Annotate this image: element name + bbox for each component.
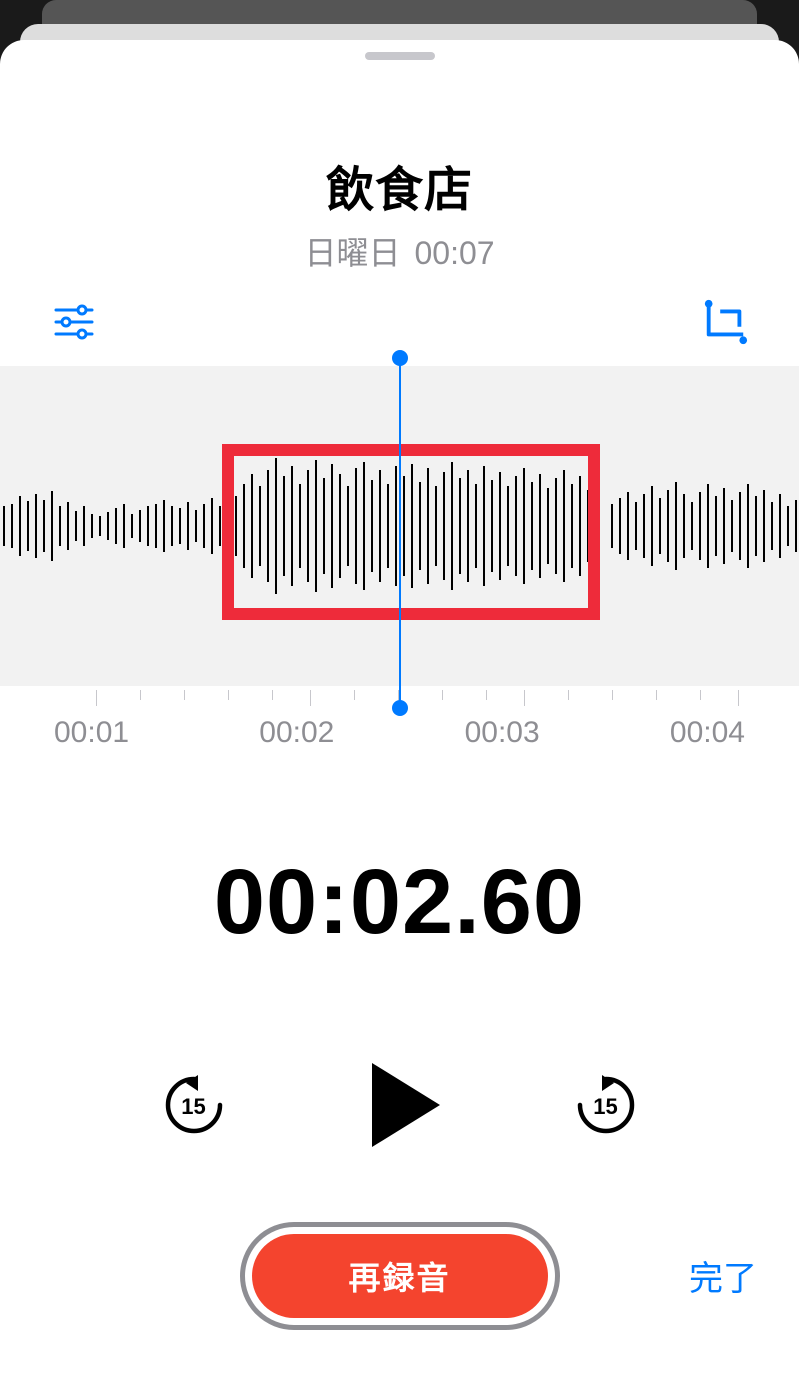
tool-row: [0, 274, 799, 360]
playback-controls: 15 15: [0, 1063, 799, 1147]
re-record-button[interactable]: 再録音: [240, 1222, 560, 1330]
settings-sliders-icon[interactable]: [50, 298, 98, 346]
timeline-label: 00:01: [54, 716, 129, 750]
timeline-label: 00:04: [670, 716, 745, 750]
sheet-grabber-icon[interactable]: [365, 52, 435, 60]
modal-sheet: 飲食店 日曜日 00:07: [0, 40, 799, 1374]
timeline-labels: 00:01 00:02 00:03 00:04: [0, 710, 799, 750]
annotation-highlight-box: [222, 444, 600, 620]
bottom-action-row: 再録音 完了: [0, 1251, 799, 1300]
recording-subtitle: 日曜日 00:07: [0, 228, 799, 274]
recording-duration: 00:07: [414, 235, 494, 271]
playhead-handle-top-icon[interactable]: [392, 350, 408, 366]
skip-back-label: 15: [162, 1073, 226, 1137]
crop-icon[interactable]: [701, 298, 749, 346]
skip-forward-15-button[interactable]: 15: [574, 1073, 638, 1137]
done-button[interactable]: 完了: [689, 1251, 757, 1300]
waveform-area[interactable]: [0, 366, 799, 686]
skip-forward-label: 15: [574, 1073, 638, 1137]
re-record-label: 再録音: [252, 1234, 548, 1318]
recording-header: 飲食店 日曜日 00:07: [0, 150, 799, 274]
current-time-display: 00:02.60: [0, 850, 799, 955]
timeline-label: 00:03: [465, 716, 540, 750]
recording-title: 飲食店: [0, 150, 799, 220]
play-button[interactable]: [372, 1063, 440, 1147]
timeline-label: 00:02: [259, 716, 334, 750]
skip-back-15-button[interactable]: 15: [162, 1073, 226, 1137]
timeline-ruler: [0, 690, 799, 710]
recording-day: 日曜日: [304, 235, 400, 271]
playhead-line[interactable]: [399, 358, 401, 708]
